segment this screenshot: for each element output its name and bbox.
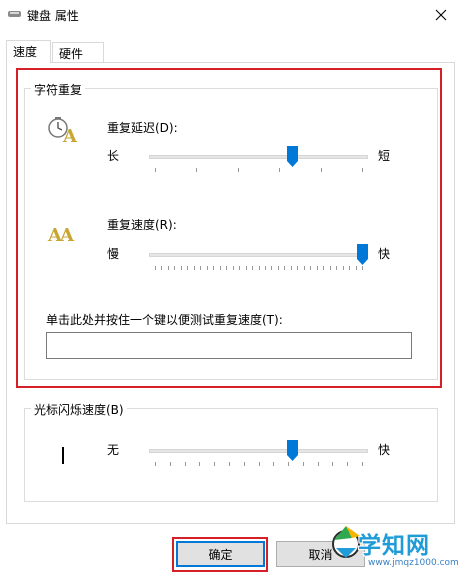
cursor-blink-slider[interactable] [149, 440, 368, 470]
watermark-url: www.jmqz1000.com [368, 558, 459, 568]
ok-highlight-box [172, 537, 268, 572]
slider-tick [332, 462, 334, 466]
slider-tick [273, 462, 275, 466]
slider-ticks [155, 462, 363, 467]
watermark: 学知网 www.jmqz1000.com [318, 508, 461, 574]
slider-tick [243, 462, 245, 466]
blinking-cursor-preview [62, 447, 64, 464]
slider-tick [362, 462, 363, 466]
slider-tick [317, 462, 319, 466]
slider-tick [199, 462, 201, 466]
highlight-box [16, 68, 442, 388]
cursor-blink-max-label: 快 [378, 443, 391, 457]
slider-thumb[interactable] [286, 440, 298, 461]
cursor-blink-legend: 光标闪烁速度(B) [31, 401, 127, 418]
slider-tick [288, 462, 290, 466]
slider-tick [155, 462, 156, 466]
title-bar: 键盘 属性 [0, 0, 461, 30]
keyboard-icon [8, 11, 21, 17]
window-title: 键盘 属性 [27, 9, 79, 23]
tab-hardware[interactable]: 硬件 [52, 42, 104, 62]
close-button[interactable] [421, 0, 461, 30]
cursor-blink-min-label: 无 [107, 443, 120, 457]
slider-tick [169, 462, 171, 466]
slider-tick [302, 462, 304, 466]
watermark-title: 学知网 [358, 533, 430, 559]
close-icon [435, 9, 447, 21]
slider-tick [347, 462, 349, 466]
slider-tick [258, 462, 260, 466]
slider-track [149, 449, 368, 453]
tab-speed[interactable]: 速度 [6, 40, 51, 63]
slider-tick [184, 462, 186, 466]
slider-tick [228, 462, 230, 466]
slider-tick [214, 462, 216, 466]
